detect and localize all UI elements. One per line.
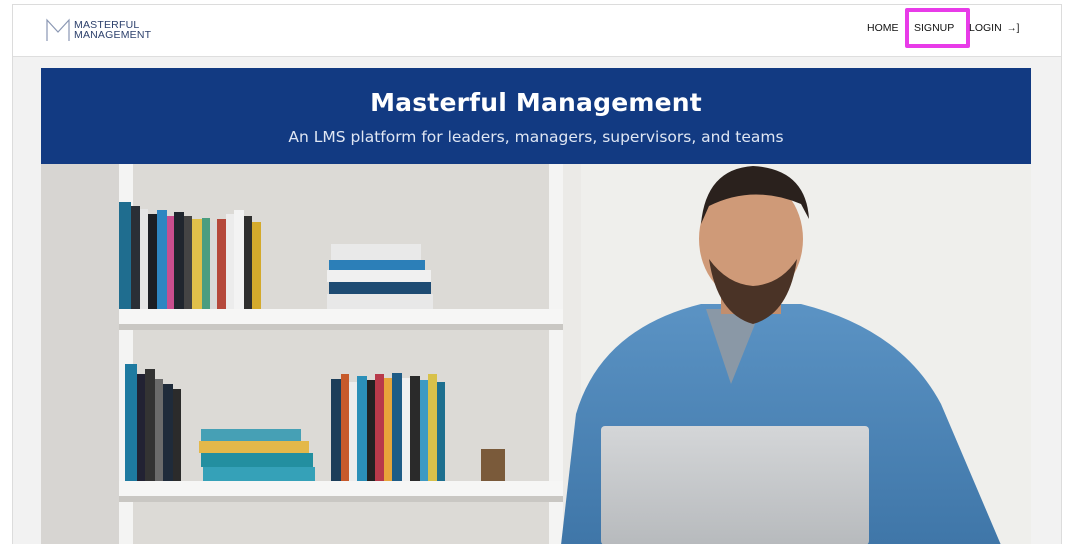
page-subtitle: An LMS platform for leaders, managers, s… [288, 128, 784, 146]
site-logo[interactable]: MASTERFUL MANAGEMENT [46, 16, 151, 44]
man-figure [561, 164, 1031, 544]
login-arrow-icon: →] [1006, 23, 1020, 34]
browser-frame: MASTERFUL MANAGEMENT HOME SIGNUP LOGIN →… [12, 4, 1062, 544]
nav-login-label: LOGIN [969, 22, 1002, 34]
page-title: Masterful Management [370, 88, 702, 117]
nav-signup-link[interactable]: SIGNUP [914, 22, 954, 34]
nav-login-link[interactable]: LOGIN →] [969, 22, 1019, 34]
hero-banner: Masterful Management An LMS platform for… [41, 68, 1031, 164]
hero-section: Masterful Management An LMS platform for… [41, 68, 1031, 544]
hero-image [41, 164, 1031, 544]
m-logo-icon [46, 18, 70, 41]
logo-text: MASTERFUL MANAGEMENT [74, 20, 152, 41]
top-navbar: MASTERFUL MANAGEMENT HOME SIGNUP LOGIN →… [13, 5, 1061, 57]
logo-line-2: MANAGEMENT [74, 29, 152, 41]
nav-home-link[interactable]: HOME [867, 22, 899, 34]
